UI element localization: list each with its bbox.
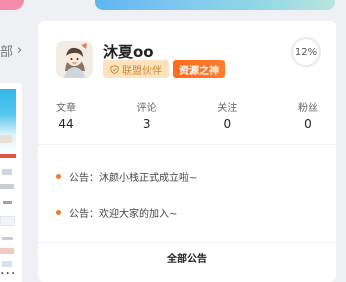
stats-row: 文章 44 评论 3 关注 0 粉丝 0 xyxy=(38,99,336,137)
top-banner-fragment xyxy=(0,0,24,10)
notice-item[interactable]: 公告：欢迎大家的加入~ xyxy=(56,205,177,220)
left-article-preview[interactable] xyxy=(0,83,22,282)
bullet-dot-icon xyxy=(56,210,61,215)
notice-text: 公告：沐颜小栈正式成立啦~ xyxy=(69,173,198,184)
preview-accent-bar xyxy=(0,154,16,158)
league-partner-badge[interactable]: 联盟伙伴 xyxy=(103,60,169,78)
league-partner-label: 联盟伙伴 xyxy=(122,65,162,77)
preview-fragment xyxy=(0,216,15,226)
preview-fragment xyxy=(0,248,14,254)
chevron-right-icon: › xyxy=(17,42,23,58)
all-notices-link[interactable]: 全部公告 xyxy=(38,250,336,265)
notice-text: 公告：欢迎大家的加入~ xyxy=(69,209,178,220)
stat-following[interactable]: 关注 0 xyxy=(217,99,237,137)
resource-god-badge[interactable]: 资源之神 xyxy=(173,60,225,78)
stat-label: 关注 xyxy=(217,103,238,114)
stat-comments[interactable]: 评论 3 xyxy=(137,99,157,137)
notice-item[interactable]: 公告：沐颜小栈正式成立啦~ xyxy=(56,169,197,184)
preview-thumbnail xyxy=(0,89,16,153)
more-dots[interactable]: ... xyxy=(0,262,16,278)
preview-fragment xyxy=(2,169,12,175)
divider xyxy=(38,144,336,145)
badge-row: 联盟伙伴 资源之神 xyxy=(103,60,225,78)
stat-label: 粉丝 xyxy=(297,103,318,114)
profile-card: 沐夏oo 12% 联盟伙伴 资源之神 文章 44 评论 3 关注 0 粉丝 0 xyxy=(38,21,336,282)
level-progress-badge: 12% xyxy=(291,37,321,67)
section-label: 部 xyxy=(0,44,14,60)
username[interactable]: 沐夏oo xyxy=(103,41,154,62)
stat-label: 文章 xyxy=(56,103,76,114)
avatar-image xyxy=(56,41,93,78)
preview-fragment xyxy=(3,201,12,204)
section-more-link[interactable]: 部 › xyxy=(0,40,28,60)
bullet-dot-icon xyxy=(56,174,61,179)
avatar[interactable] xyxy=(56,41,93,78)
stat-followers[interactable]: 粉丝 0 xyxy=(298,99,318,137)
stat-value: 3 xyxy=(142,117,151,131)
resource-god-label: 资源之神 xyxy=(179,65,219,77)
divider xyxy=(38,242,336,243)
stat-articles[interactable]: 文章 44 xyxy=(56,99,76,137)
stat-value: 0 xyxy=(223,117,232,131)
preview-fragment xyxy=(2,237,13,240)
stat-value: 44 xyxy=(58,117,74,131)
top-banner-fragment xyxy=(95,0,335,10)
stat-value: 0 xyxy=(304,117,312,131)
preview-fragment xyxy=(0,184,14,189)
stat-label: 评论 xyxy=(136,103,157,114)
shield-icon xyxy=(110,64,119,74)
